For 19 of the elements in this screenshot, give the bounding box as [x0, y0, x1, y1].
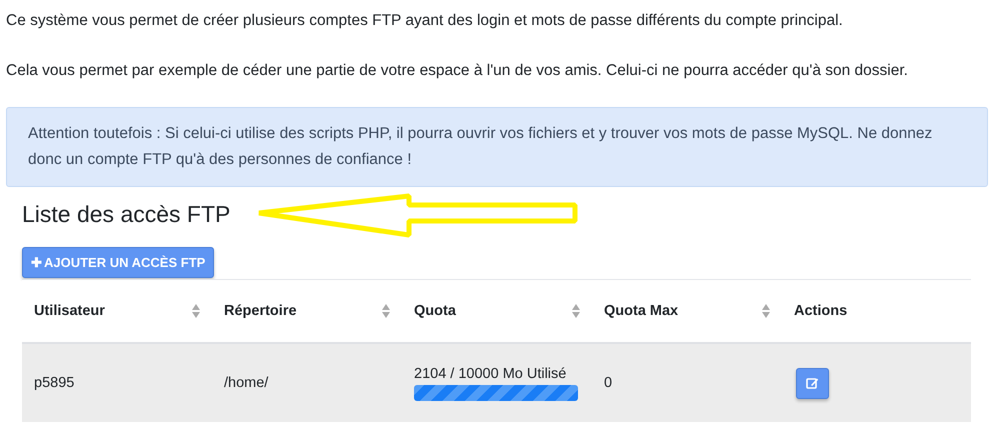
sort-icon[interactable] [572, 303, 580, 319]
column-header[interactable]: Quota Max [604, 303, 678, 319]
section-heading: Liste des accès FTP [22, 201, 230, 228]
edit-icon [806, 377, 819, 389]
table-cell-text: p5895 [33, 375, 76, 391]
column-header[interactable]: Actions [794, 303, 848, 319]
sort-icon[interactable] [192, 303, 200, 319]
sort-icon[interactable] [382, 303, 390, 319]
edit-button[interactable] [796, 368, 829, 398]
column-header[interactable]: Quota [414, 303, 456, 319]
sort-icon[interactable] [762, 303, 770, 319]
column-header[interactable]: Répertoire [224, 303, 297, 319]
column-header[interactable]: Utilisateur [34, 303, 105, 319]
intro-paragraph: Cela vous permet par exemple de céder une partie de votre espace à l'un de vos amis. Celui-ci ne pourra accéder qu'à son dossier. [6, 61, 909, 81]
quota-text: 2104 / 10000 Mo Utilisé [414, 366, 568, 382]
table-cell-text: /home/ [223, 375, 270, 391]
table-cell-text: 0 [603, 375, 614, 391]
intro-paragraph: Ce système vous permet de créer plusieurs comptes FTP ayant des login et mots de passe différents du compte principal. [6, 11, 844, 31]
warning-alert: Attention toutefois : Si celui-ci utilise des scripts PHP, il pourra ouvrir vos fichiers et y trouver vos mots de passe MySQL. Ne donnez donc un compte FTP qu'à des personnes de confiance ! [6, 107, 988, 187]
